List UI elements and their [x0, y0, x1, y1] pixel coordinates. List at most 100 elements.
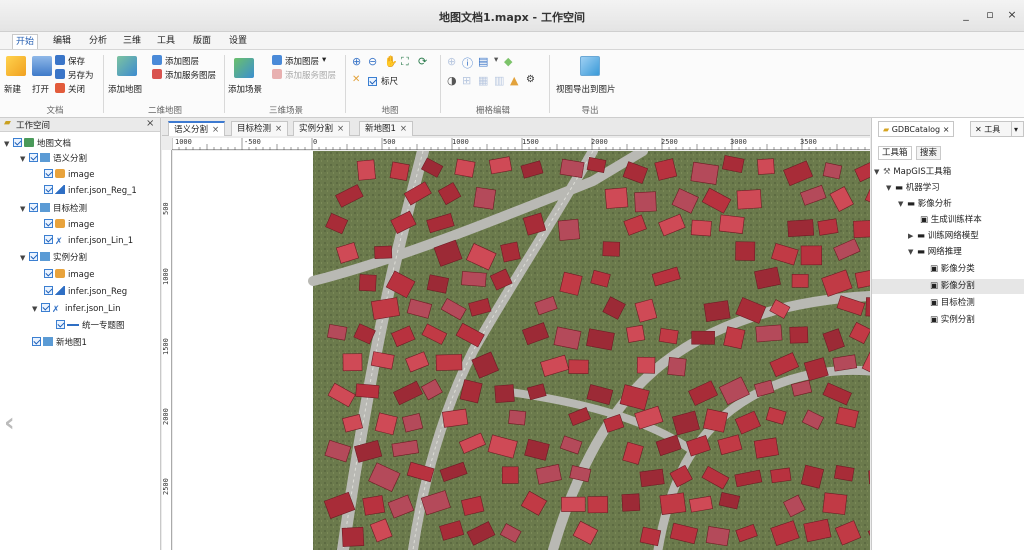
expand-icon[interactable]: ▼	[4, 138, 13, 151]
aerial-image[interactable]	[173, 151, 870, 550]
menu-analysis[interactable]: 分析	[86, 34, 110, 49]
zoom-in-icon[interactable]: ⊕	[352, 55, 361, 68]
menu-3d[interactable]: 三维	[120, 34, 144, 49]
raster-warn-icon[interactable]: ▲	[510, 74, 518, 87]
add-layer-button[interactable]: 添加图层	[165, 55, 199, 67]
expand-icon[interactable]: ▼	[20, 252, 29, 265]
close-tab-icon[interactable]: ×	[275, 124, 282, 134]
raster-color-icon[interactable]: ◆	[504, 55, 512, 68]
close-tab-icon[interactable]: ×	[337, 124, 344, 134]
tab-semantic-seg[interactable]: 语义分割 ×	[168, 121, 226, 136]
layer-checkbox[interactable]	[44, 286, 53, 295]
raster-copy-icon[interactable]: ▦	[478, 74, 488, 87]
ruler-checkbox[interactable]	[368, 77, 377, 86]
tab-instance-seg[interactable]: 实例分割 ×	[293, 121, 351, 136]
info-icon[interactable]: ⓘ	[462, 55, 473, 71]
minimize-button[interactable]: _	[958, 8, 974, 24]
raster-stats-icon[interactable]: ▥	[494, 74, 504, 87]
toolbox-train-model[interactable]: ▶ ▬ 训练网络模型	[872, 229, 1024, 244]
refresh-view-icon[interactable]: ⟳	[418, 55, 427, 68]
tree-item-reg[interactable]: infer.json_Reg	[44, 286, 127, 300]
add-map-button[interactable]: 添加地图	[108, 83, 142, 95]
expand-icon[interactable]: ▼	[908, 245, 917, 259]
tool-object-detection[interactable]: ▣ 目标检测	[872, 296, 1024, 311]
add-3d-layer-button[interactable]: 添加图层	[285, 55, 319, 67]
export-image-button[interactable]: 视图导出到图片	[556, 83, 616, 95]
layer-checkbox[interactable]	[32, 337, 41, 346]
layer-checkbox[interactable]	[44, 185, 53, 194]
layer-checkbox[interactable]	[29, 252, 38, 261]
toolbox-inference[interactable]: ▼ ▬ 网络推理	[872, 245, 1024, 260]
full-extent-icon[interactable]: ⛶	[401, 55, 409, 69]
close-tab-icon[interactable]: ×	[943, 125, 950, 134]
open-button[interactable]: 打开	[32, 83, 49, 95]
chevron-left-icon[interactable]: ‹	[4, 408, 15, 438]
new-button[interactable]: 新建	[4, 83, 21, 95]
map-canvas[interactable]	[173, 151, 870, 550]
menu-tools[interactable]: 工具	[154, 34, 178, 49]
chevron-down-icon[interactable]: ▾	[494, 55, 498, 65]
expand-icon[interactable]: ▼	[886, 181, 895, 195]
pan-icon[interactable]: ✋	[384, 55, 398, 68]
toolbox-image-analysis[interactable]: ▼ ▬ 影像分析	[872, 197, 1024, 212]
tree-item-image[interactable]: image	[44, 169, 94, 183]
zoom-out-icon[interactable]: ⊖	[368, 55, 377, 68]
close-doc-button[interactable]: 关闭	[68, 83, 85, 95]
layer-checkbox[interactable]	[56, 320, 65, 329]
save-button[interactable]: 保存	[68, 55, 85, 67]
grid-icon[interactable]: ⊞	[462, 74, 471, 87]
expand-icon[interactable]: ▼	[20, 153, 29, 166]
ruler-label[interactable]: 标尺	[381, 75, 398, 87]
expand-icon[interactable]: ▼	[32, 303, 41, 316]
tab-new-map[interactable]: 新地图1 ×	[359, 121, 414, 136]
raster-settings-icon[interactable]: ⚙	[526, 74, 535, 85]
chevron-down-icon[interactable]: ▾	[322, 55, 326, 65]
tree-item-reg1[interactable]: infer.json_Reg_1	[44, 185, 137, 199]
layer-checkbox[interactable]	[29, 203, 38, 212]
tree-item-lin[interactable]: ▼ ✗ infer.json_Lin	[32, 303, 121, 317]
tab-tools[interactable]: ✕ 工具	[970, 121, 1014, 137]
tree-item-instance-seg[interactable]: ▼ 实例分割	[20, 252, 87, 266]
expand-icon[interactable]: ▼	[898, 197, 907, 211]
tool-image-segmentation[interactable]: ▣ 影像分割	[872, 279, 1024, 294]
tab-search[interactable]: 搜索	[916, 146, 942, 160]
tree-item-object-detection[interactable]: ▼ 目标检测	[20, 203, 87, 217]
tree-root[interactable]: ▼ 地图文档	[4, 138, 71, 152]
maximize-button[interactable]: ▫	[982, 8, 998, 24]
layer-checkbox[interactable]	[44, 219, 53, 228]
layer-checkbox[interactable]	[44, 269, 53, 278]
add-scene-button[interactable]: 添加场景	[228, 83, 262, 95]
layer-checkbox[interactable]	[29, 153, 38, 162]
tree-item-semantic-seg[interactable]: ▼ 语义分割	[20, 153, 87, 167]
tree-item-image[interactable]: image	[44, 219, 94, 233]
close-window-button[interactable]: ×	[1004, 8, 1020, 24]
layer-checkbox[interactable]	[44, 235, 53, 244]
contrast-icon[interactable]: ◑	[447, 74, 457, 87]
close-tab-icon[interactable]: ×	[400, 124, 407, 134]
expand-icon[interactable]: ▶	[908, 229, 917, 243]
layer-checkbox[interactable]	[44, 169, 53, 178]
tree-item-lin1[interactable]: ✗ infer.json_Lin_1	[44, 235, 133, 249]
panel-menu-button[interactable]: ▾	[1011, 121, 1024, 137]
toolbox-root[interactable]: ▼ ⚒ MapGIS工具箱	[872, 165, 1024, 180]
layer-checkbox[interactable]	[13, 138, 22, 147]
tab-object-detection[interactable]: 目标检测 ×	[231, 121, 289, 136]
tree-item-new-map[interactable]: 新地图1	[32, 337, 87, 351]
tree-item-theme[interactable]: 统一专题图	[56, 320, 125, 334]
select-icon[interactable]: ✕	[352, 74, 360, 85]
tool-gen-samples[interactable]: ▣ 生成训练样本	[872, 213, 1024, 228]
raster-chart-icon[interactable]: ▤	[478, 55, 488, 68]
tab-gdbcatalog[interactable]: ▰ GDBCatalog ×	[878, 121, 955, 137]
save-as-button[interactable]: 另存为	[68, 69, 94, 81]
expand-icon[interactable]: ▼	[874, 165, 883, 179]
tool-image-classification[interactable]: ▣ 影像分类	[872, 262, 1024, 277]
layer-checkbox[interactable]	[41, 303, 50, 312]
expand-icon[interactable]: ▼	[20, 203, 29, 216]
tree-item-image[interactable]: image	[44, 269, 94, 283]
close-panel-icon[interactable]: ×	[146, 118, 154, 129]
menu-layout[interactable]: 版面	[190, 34, 214, 49]
menu-edit[interactable]: 编辑	[50, 34, 74, 49]
add-service-layer-button[interactable]: 添加服务图层	[165, 69, 216, 81]
add-3d-service-layer-button[interactable]: 添加服务图层	[285, 69, 336, 81]
menu-settings[interactable]: 设置	[226, 34, 250, 49]
